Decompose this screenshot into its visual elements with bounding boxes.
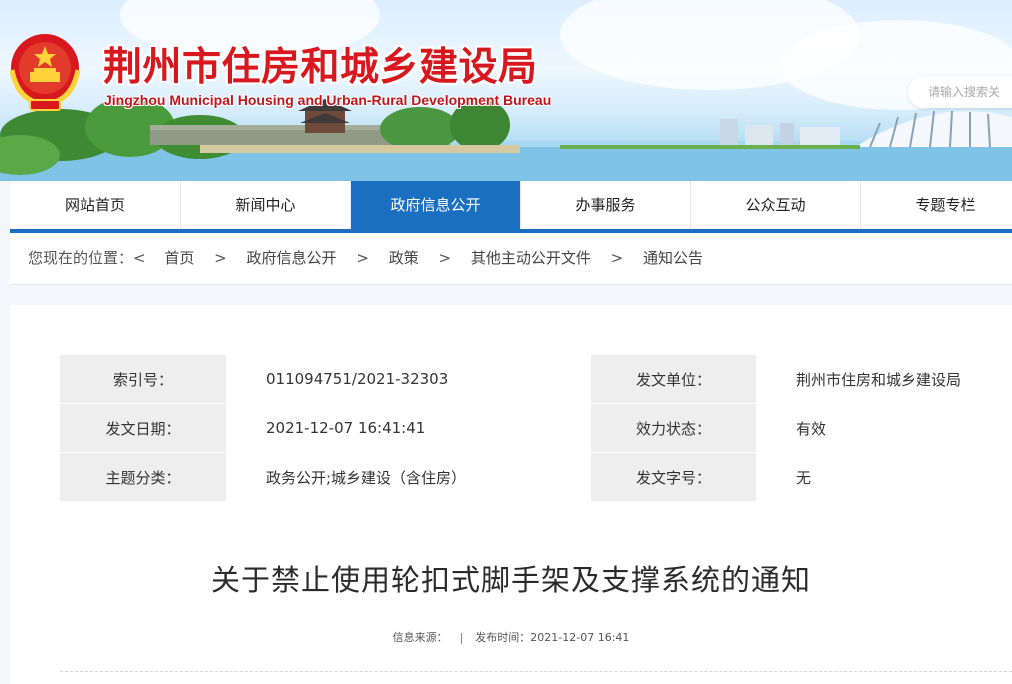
topic-category-label: 主题分类： [60, 452, 226, 502]
breadcrumb-link-policy[interactable]: 政策 [389, 249, 419, 267]
table-row: 发文日期： 2021-12-07 16:41:41 效力状态： 有效 [60, 403, 1012, 453]
breadcrumb-separator: > [214, 249, 227, 267]
index-number-value: 011094751/2021-32303 [226, 355, 591, 404]
breadcrumb-lead: 您现在的位置： [28, 249, 134, 267]
topic-category-value: 政务公开;城乡建设（含住房） [226, 452, 591, 502]
article-panel: 索引号： 011094751/2021-32303 发文单位： 荆州市住房和城乡… [10, 305, 1012, 684]
nav-item-topics[interactable]: 专题专栏 [861, 181, 1012, 229]
issue-date-value: 2021-12-07 16:41:41 [226, 403, 591, 453]
table-row: 索引号： 011094751/2021-32303 发文单位： 荆州市住房和城乡… [60, 355, 1012, 404]
validity-status-label: 效力状态： [591, 403, 756, 453]
site-subtitle: Jingzhou Municipal Housing and Urban-Rur… [104, 92, 552, 108]
article-info-line: 信息来源： | 发布时间：2021-12-07 16:41 [10, 629, 1012, 645]
nav-item-interaction[interactable]: 公众互动 [691, 181, 861, 229]
breadcrumb-link-gov-info[interactable]: 政府信息公开 [247, 249, 337, 267]
publish-time: 发布时间：2021-12-07 16:41 [475, 631, 630, 644]
breadcrumb-link-home[interactable]: 首页 [164, 249, 194, 267]
document-number-label: 发文字号： [591, 452, 756, 502]
search-input[interactable] [908, 76, 1012, 108]
site-banner: 荆州市住房和城乡建设局 Jingzhou Municipal Housing a… [0, 0, 1012, 181]
breadcrumb-link-other-files[interactable]: 其他主动公开文件 [471, 249, 591, 267]
validity-status-value: 有效 [756, 403, 1012, 453]
issuing-unit-value: 荆州市住房和城乡建设局 [756, 355, 1012, 404]
site-title: 荆州市住房和城乡建设局 [103, 45, 538, 90]
nav-item-services[interactable]: 办事服务 [521, 181, 691, 229]
document-metadata-table: 索引号： 011094751/2021-32303 发文单位： 荆州市住房和城乡… [60, 355, 1012, 502]
breadcrumb: 您现在的位置：< 首页 > 政府信息公开 > 政策 > 其他主动公开文件 > 通… [10, 233, 1012, 285]
nav-item-home[interactable]: 网站首页 [10, 181, 181, 229]
issue-date-label: 发文日期： [60, 403, 226, 453]
nav-item-gov-info[interactable]: 政府信息公开 [351, 181, 521, 229]
breadcrumb-separator: > [356, 249, 369, 267]
index-number-label: 索引号： [60, 355, 226, 404]
issuing-unit-label: 发文单位： [591, 355, 756, 404]
document-number-value: 无 [756, 452, 1012, 502]
info-divider: | [459, 631, 464, 644]
national-emblem-icon [9, 34, 81, 111]
nav-item-news[interactable]: 新闻中心 [181, 181, 351, 229]
breadcrumb-link-notices[interactable]: 通知公告 [643, 249, 703, 267]
main-nav: 网站首页 新闻中心 政府信息公开 办事服务 公众互动 专题专栏 [10, 181, 1012, 233]
breadcrumb-separator: > [438, 249, 452, 267]
info-source-label: 信息来源： [392, 631, 448, 644]
breadcrumb-separator: > [610, 249, 624, 267]
divider-line [60, 671, 1012, 672]
breadcrumb-back-glyph: < [133, 249, 146, 267]
article-title: 关于禁止使用轮扣式脚手架及支撑系统的通知 [210, 563, 811, 597]
table-row: 主题分类： 政务公开;城乡建设（含住房） 发文字号： 无 [60, 452, 1012, 502]
